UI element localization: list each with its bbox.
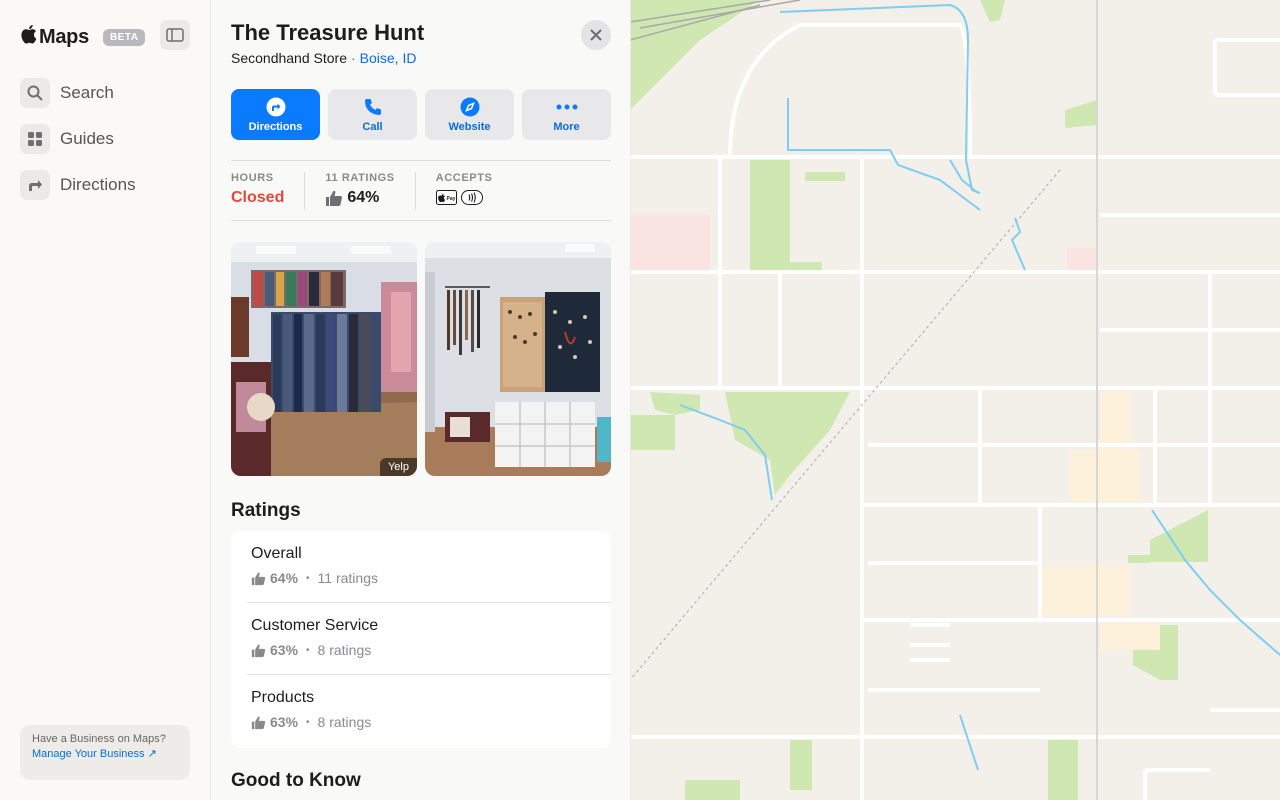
sidebar-icon — [166, 28, 184, 42]
sidebar-nav: Search Guides Directions — [20, 78, 190, 216]
ratings-list: Overall 64% • 11 ratings Customer Servic… — [231, 531, 611, 748]
action-buttons: Directions Call Website More — [231, 89, 611, 140]
action-label: More — [553, 120, 580, 133]
payment-methods: Pay — [435, 189, 493, 205]
action-label: Website — [448, 120, 491, 133]
place-card: The Treasure Hunt Secondhand Store · Boise… — [211, 0, 631, 800]
rating-separator: • — [306, 716, 310, 728]
action-label: Call — [362, 120, 383, 133]
rating-count: 8 ratings — [317, 642, 372, 658]
rating-meta: 63% • 8 ratings — [251, 714, 611, 730]
brand-name: Maps — [39, 25, 89, 48]
hours-label: HOURS — [231, 171, 274, 184]
rating-separator: • — [306, 644, 310, 656]
close-icon — [590, 29, 602, 41]
rating-name: Products — [251, 689, 315, 706]
rating-row-products: Products 63% • 8 ratings — [247, 675, 611, 747]
sidebar: Maps BETA Search Guides Directions Have … — [0, 0, 211, 800]
photo-gallery: Yelp — [231, 242, 611, 476]
business-promo-card: Have a Business on Maps? Manage Your Bus… — [20, 725, 190, 780]
maps-logo[interactable]: Maps — [20, 24, 89, 50]
sidebar-toggle-button[interactable] — [160, 20, 190, 50]
accessories-wall-photo[interactable] — [425, 242, 611, 476]
rating-percent: 63% — [270, 714, 299, 730]
rating-name: Overall — [251, 545, 302, 562]
ratings-fact[interactable]: 11 RATINGS 64% — [304, 171, 414, 210]
clothing-racks-photo[interactable]: Yelp — [231, 242, 417, 476]
apple-pay-icon: Pay — [435, 189, 457, 205]
rating-separator: • — [306, 572, 310, 584]
action-label: Directions — [248, 120, 303, 133]
phone-icon — [364, 98, 381, 115]
guides-icon — [20, 124, 50, 154]
thumbs-up-icon — [326, 190, 343, 206]
more-button[interactable]: More — [522, 89, 611, 140]
sidebar-item-label: Guides — [60, 129, 114, 148]
rating-percent: 64% — [270, 570, 299, 586]
directions-icon — [20, 170, 50, 200]
compass-icon — [460, 97, 479, 116]
rating-row-customer-service: Customer Service 63% • 8 ratings — [247, 603, 611, 675]
rating-count: 8 ratings — [317, 714, 372, 730]
sidebar-item-label: Search — [60, 83, 114, 102]
thumbs-up-icon — [251, 572, 266, 585]
ratings-percent: 64% — [347, 188, 380, 206]
thumbs-up-icon — [251, 716, 266, 729]
place-location-link[interactable]: Boise, ID — [360, 50, 417, 66]
thumbs-up-icon — [251, 644, 266, 657]
hours-fact[interactable]: HOURS Closed — [231, 172, 304, 210]
rating-meta: 64% • 11 ratings — [251, 570, 611, 586]
place-facts: HOURS Closed 11 RATINGS 64% ACCEPTS Pay — [231, 160, 611, 221]
website-button[interactable]: Website — [425, 89, 514, 140]
photo-credit: Yelp — [379, 458, 417, 476]
svg-text:Pay: Pay — [446, 196, 455, 202]
ratings-count-label: 11 RATINGS — [325, 171, 395, 184]
call-button[interactable]: Call — [328, 89, 417, 140]
sidebar-item-label: Directions — [60, 175, 136, 194]
rating-meta: 63% • 8 ratings — [251, 642, 611, 658]
place-subtitle: Secondhand Store · Boise, ID — [231, 50, 416, 66]
sidebar-item-search[interactable]: Search — [20, 78, 190, 108]
directions-icon — [266, 97, 285, 116]
rating-percent: 63% — [270, 642, 299, 658]
rating-count: 11 ratings — [317, 570, 378, 586]
sidebar-item-directions[interactable]: Directions — [20, 170, 190, 200]
directions-button[interactable]: Directions — [231, 89, 320, 140]
contactless-icon — [460, 189, 483, 205]
more-icon — [556, 104, 577, 109]
apple-logo-icon — [20, 24, 37, 50]
place-category: Secondhand Store — [231, 50, 347, 66]
business-promo-title: Have a Business on Maps? — [32, 733, 166, 745]
rating-name: Customer Service — [251, 617, 379, 634]
search-icon — [20, 78, 50, 108]
ratings-value: 64% — [325, 189, 394, 207]
hours-status: Closed — [231, 188, 285, 206]
accepts-fact: ACCEPTS Pay — [414, 171, 513, 210]
beta-badge: BETA — [102, 28, 146, 46]
rating-row-overall: Overall 64% • 11 ratings — [247, 531, 611, 603]
brand: Maps BETA — [20, 24, 146, 50]
place-title: The Treasure Hunt — [231, 20, 425, 45]
subtitle-separator: · — [350, 50, 356, 66]
accepts-label: ACCEPTS — [435, 171, 493, 184]
close-button[interactable] — [581, 20, 611, 50]
manage-business-link[interactable]: Manage Your Business ↗ — [32, 747, 178, 760]
sidebar-item-guides[interactable]: Guides — [20, 124, 190, 154]
good-to-know-title: Good to Know — [231, 770, 361, 791]
ratings-section-title: Ratings — [231, 500, 301, 521]
